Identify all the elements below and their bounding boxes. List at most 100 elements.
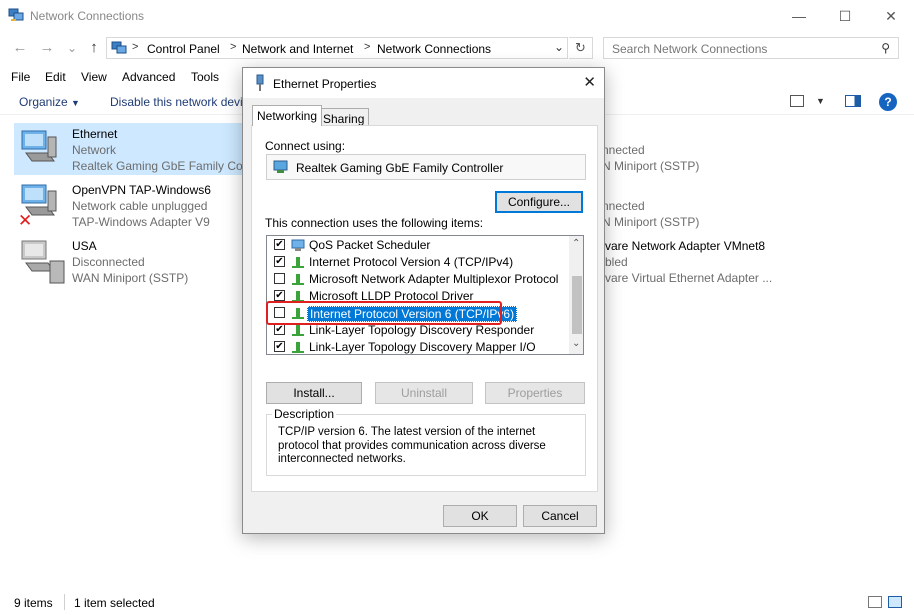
- close-button[interactable]: ✕: [868, 0, 914, 32]
- cancel-button[interactable]: Cancel: [523, 505, 597, 527]
- window-title: Network Connections: [30, 9, 145, 23]
- wan-adapter-icon: [21, 240, 65, 284]
- uninstall-button[interactable]: Uninstall: [375, 382, 473, 404]
- error-x-icon: ✕: [18, 211, 33, 230]
- scroll-down-icon[interactable]: ⌄: [572, 338, 580, 349]
- scroll-thumb[interactable]: [572, 276, 582, 334]
- menu-view[interactable]: View: [81, 70, 107, 84]
- network-adapter-icon: [21, 130, 57, 162]
- breadcrumb-network-connections[interactable]: Network Connections: [377, 42, 491, 56]
- connection-name: USA: [72, 239, 97, 253]
- search-icon: ⚲: [881, 41, 890, 55]
- list-item[interactable]: ✔ Internet Protocol Version 4 (TCP/IPv4): [267, 254, 569, 271]
- connection-name: OpenVPN TAP-Windows6: [72, 183, 211, 197]
- chevron-right-icon[interactable]: >: [364, 41, 370, 53]
- connect-using-label: Connect using:: [265, 139, 346, 153]
- control-panel-icon: [111, 41, 127, 54]
- properties-button[interactable]: Properties: [485, 382, 585, 404]
- address-bar[interactable]: > Control Panel > Network and Internet >…: [106, 37, 568, 59]
- connection-adapter: N Miniport (SSTP): [602, 159, 700, 173]
- list-item[interactable]: ✔ QoS Packet Scheduler: [267, 237, 569, 254]
- item-checkbox[interactable]: ✔: [274, 239, 285, 250]
- maximize-button[interactable]: ☐: [822, 0, 868, 32]
- connection-status: Network: [72, 143, 117, 157]
- description-legend: Description: [272, 407, 337, 421]
- search-box[interactable]: Search Network Connections ⚲: [603, 37, 899, 59]
- item-checkbox[interactable]: ✔: [274, 341, 285, 352]
- connection-adapter: Realtek Gaming GbE Family Con: [72, 159, 250, 173]
- description-text: TCP/IP version 6. The latest version of …: [278, 426, 546, 465]
- adapter-name: Realtek Gaming GbE Family Controller: [296, 161, 504, 175]
- dialog-title: Ethernet Properties: [273, 77, 377, 91]
- preview-pane-icon[interactable]: [845, 95, 861, 107]
- item-label: Link-Layer Topology Discovery Mapper I/O…: [309, 340, 536, 354]
- menu-advanced[interactable]: Advanced: [122, 70, 175, 84]
- connection-name: Ethernet: [72, 127, 118, 141]
- dialog-close-button[interactable]: ✕: [583, 73, 596, 91]
- details-view-icon[interactable]: [868, 596, 882, 608]
- install-button[interactable]: Install...: [266, 382, 362, 404]
- item-checkbox[interactable]: ✔: [274, 324, 285, 335]
- breadcrumb-network-and-internet[interactable]: Network and Internet: [242, 42, 353, 56]
- connection-adapter: vare Virtual Ethernet Adapter ...: [605, 271, 773, 285]
- protocol-icon: [292, 257, 304, 268]
- chevron-right-icon[interactable]: >: [230, 41, 236, 53]
- scroll-up-icon[interactable]: ⌃: [572, 238, 580, 249]
- item-checkbox[interactable]: ✔: [274, 256, 285, 267]
- connection-status: Disconnected: [72, 255, 145, 269]
- back-button[interactable]: ←: [10, 39, 30, 56]
- connection-status: bled: [605, 255, 628, 269]
- chevron-down-icon[interactable]: ⌄: [554, 40, 564, 54]
- protocol-icon: [292, 342, 304, 353]
- refresh-button[interactable]: ↻: [569, 37, 593, 59]
- connection-status: nnected: [602, 199, 645, 213]
- configure-button[interactable]: Configure...: [495, 191, 583, 213]
- search-input[interactable]: Search Network Connections: [612, 42, 767, 56]
- qos-scheduler-icon: [291, 239, 305, 251]
- item-label: Microsoft Network Adapter Multiplexor Pr…: [309, 272, 559, 286]
- status-divider: [64, 594, 65, 610]
- menu-tools[interactable]: Tools: [191, 70, 219, 84]
- change-view-icon[interactable]: [790, 95, 804, 107]
- caret-down-icon: ▼: [71, 98, 80, 108]
- chevron-right-icon: >: [132, 41, 139, 53]
- adapter-field: Realtek Gaming GbE Family Controller: [266, 154, 586, 180]
- help-icon[interactable]: ?: [879, 93, 897, 111]
- ethernet-cable-icon: [256, 74, 264, 91]
- list-scrollbar[interactable]: ⌃ ⌄: [569, 236, 583, 354]
- ok-button[interactable]: OK: [443, 505, 517, 527]
- refresh-icon: ↻: [575, 40, 586, 55]
- protocol-icon: [292, 325, 304, 336]
- forward-button[interactable]: →: [37, 39, 57, 56]
- item-label: Internet Protocol Version 4 (TCP/IPv4): [309, 255, 514, 269]
- minimize-button[interactable]: —: [776, 0, 822, 32]
- list-item[interactable]: ✔ Link-Layer Topology Discovery Mapper I…: [267, 339, 569, 354]
- status-selection: 1 item selected: [74, 596, 155, 610]
- up-button[interactable]: ↑: [84, 39, 104, 56]
- menu-file[interactable]: File: [11, 70, 30, 84]
- connection-status: Network cable unplugged: [72, 199, 208, 213]
- protocol-icon: [292, 274, 304, 285]
- tab-networking[interactable]: Networking: [252, 105, 323, 126]
- item-label: QoS Packet Scheduler: [309, 238, 431, 252]
- large-icons-view-icon[interactable]: [888, 596, 902, 608]
- item-checkbox[interactable]: ✔: [274, 290, 285, 301]
- disable-device-button[interactable]: Disable this network devi: [110, 95, 243, 109]
- network-adapter-icon: [273, 160, 288, 173]
- status-item-count: 9 items: [14, 596, 53, 610]
- network-connections-icon: [8, 8, 24, 21]
- items-label: This connection uses the following items…: [265, 216, 484, 230]
- connection-adapter: TAP-Windows Adapter V9: [72, 215, 210, 229]
- highlight-box: [266, 301, 502, 325]
- connection-adapter: WAN Miniport (SSTP): [72, 271, 189, 285]
- recent-locations-button[interactable]: ⌄: [62, 41, 82, 55]
- breadcrumb-control-panel[interactable]: Control Panel: [147, 42, 220, 56]
- connection-adapter: N Miniport (SSTP): [602, 215, 700, 229]
- organize-button[interactable]: Organize ▼: [19, 95, 80, 109]
- view-dropdown-icon[interactable]: ▼: [816, 96, 825, 106]
- item-checkbox[interactable]: [274, 273, 285, 284]
- connection-status: nnected: [602, 143, 645, 157]
- menu-edit[interactable]: Edit: [45, 70, 66, 84]
- items-list[interactable]: ✔ QoS Packet Scheduler ✔ Internet Protoc…: [266, 235, 584, 355]
- list-item[interactable]: Microsoft Network Adapter Multiplexor Pr…: [267, 271, 569, 288]
